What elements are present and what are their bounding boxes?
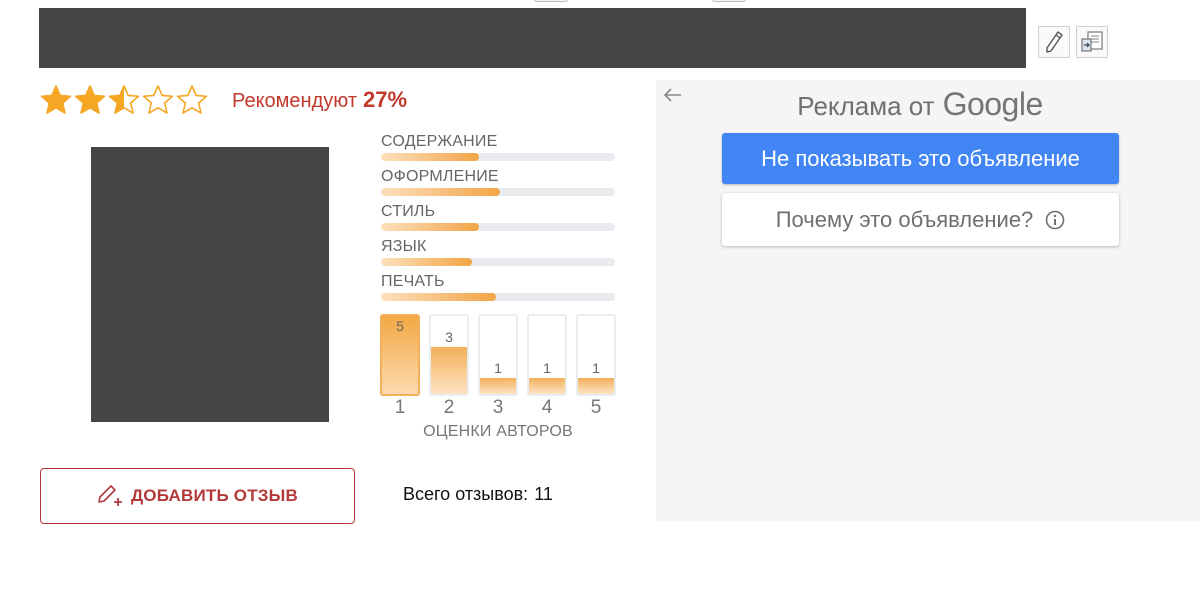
why-ad-button[interactable]: Почему это объявление? [722,193,1119,246]
histogram-score-label: 1 [394,397,406,418]
criterion-label: ЯЗЫК [381,238,427,255]
ad-heading-prefix: Реклама от [797,91,935,121]
criteria-ratings: СОДЕРЖАНИЕ ОФОРМЛЕНИЕ СТИЛЬ ЯЗЫК ПЕЧАТЬ [381,131,615,306]
criterion-label: ОФОРМЛЕНИЕ [381,168,499,185]
histogram-score-label: 5 [590,397,602,418]
why-ad-label: Почему это объявление? [775,206,1034,232]
criterion-bar-fill [381,258,473,266]
recommend-summary: Рекомендуют 27% [232,87,407,113]
hide-ad-label: Не показывать это объявление [761,145,1080,171]
rating-row: Рекомендуют 27% [40,82,407,118]
histogram-score-label: 4 [541,397,553,418]
star-full-icon[interactable] [74,84,106,116]
top-tab-right [712,0,746,2]
criterion-row: ОФОРМЛЕНИЕ [381,166,615,201]
author-ratings-histogram: 5 3 1 1 1 [380,314,616,398]
histogram-bar-fill [480,378,516,394]
histogram-count: 1 [494,360,502,376]
criterion-row: СОДЕРЖАНИЕ [381,131,615,166]
hide-ad-button[interactable]: Не показывать это объявление [722,133,1119,184]
total-reviews-count: 11 [534,484,553,504]
histogram-count: 1 [543,360,551,376]
add-review-button[interactable]: ДОБАВИТЬ ОТЗЫВ [40,468,355,524]
criterion-bar-fill [381,188,501,196]
star-empty-icon[interactable] [176,84,208,116]
histogram-column: 1 [478,314,518,396]
criterion-bar-track [381,223,615,231]
pencil-plus-icon [98,485,122,506]
star-rating[interactable] [40,84,208,116]
star-empty-icon[interactable] [142,84,174,116]
histogram-score-label: 2 [443,397,455,418]
criterion-bar-fill [381,293,496,301]
add-review-label: ДОБАВИТЬ ОТЗЫВ [131,486,298,505]
histogram-column: 3 [429,314,469,396]
histogram-column: 5 [380,314,420,396]
total-reviews-label: Всего отзывов: [403,484,529,504]
title-placeholder [39,8,1026,68]
criterion-bar-track [381,293,615,301]
recommend-percent: 27% [363,87,408,112]
histogram-bar-fill [431,347,467,394]
ad-heading: Реклама от Google [656,86,1184,123]
criterion-label: ПЕЧАТЬ [381,273,445,290]
histogram-count: 1 [592,360,600,376]
criterion-bar-fill [381,153,480,161]
author-ratings-caption: ОЦЕНКИ АВТОРОВ [423,423,573,440]
ad-panel: Реклама от Google Не показывать это объя… [656,80,1200,521]
criterion-label: СТИЛЬ [381,203,436,220]
criterion-bar-fill [381,223,480,231]
histogram-count: 5 [396,318,404,334]
criterion-bar-track [381,153,615,161]
criterion-row: ЯЗЫК [381,236,615,271]
criterion-label: СОДЕРЖАНИЕ [381,133,498,150]
criterion-row: ПЕЧАТЬ [381,271,615,306]
criterion-row: СТИЛЬ [381,201,615,236]
criterion-bar-track [381,188,615,196]
google-logo-text: Google [942,86,1044,122]
book-cover-placeholder [91,147,329,422]
recommend-label: Рекомендуют [232,90,357,112]
histogram-bar-fill [578,378,614,394]
histogram-bar-fill [529,378,565,394]
info-circle-icon [1045,210,1065,229]
star-full-icon[interactable] [40,84,72,116]
criterion-bar-track [381,258,615,266]
edit-button[interactable] [1038,26,1070,58]
top-tab-left [534,0,568,2]
export-button[interactable] [1076,26,1108,58]
histogram-column: 1 [576,314,616,396]
star-half-icon[interactable] [108,84,140,116]
histogram-count: 3 [445,329,453,345]
total-reviews: Всего отзывов: 11 [403,484,553,505]
pencil-icon [1046,31,1063,53]
histogram-score-label: 3 [492,397,504,418]
histogram-column: 1 [527,314,567,396]
document-transfer-icon [1081,31,1103,52]
